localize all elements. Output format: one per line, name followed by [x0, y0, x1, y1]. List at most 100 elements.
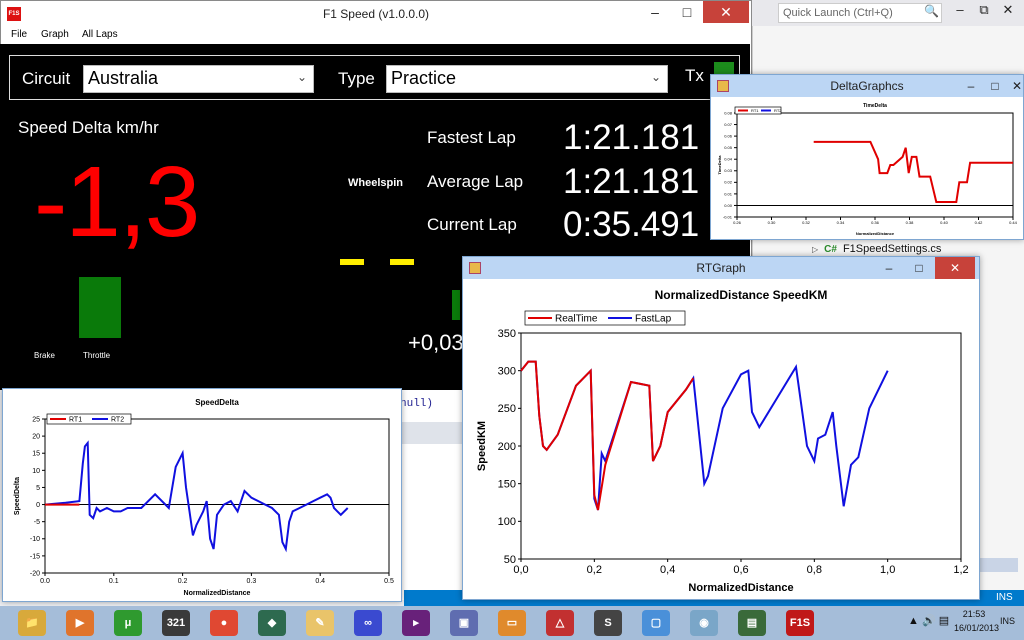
- y-tick-label: 0.08: [724, 110, 733, 115]
- menu-all-laps[interactable]: All Laps: [82, 29, 118, 40]
- x-tick-label: 0.3: [247, 578, 257, 585]
- clock-date[interactable]: 16/01/2013: [954, 623, 999, 633]
- visual-studio-icon[interactable]: ▸: [402, 610, 430, 636]
- speed-km-chart: 0,0 0,2 0,4 0,6 0,8 1,0 1,23503002502001501005…: [471, 281, 973, 595]
- minimize-icon[interactable]: –: [873, 257, 905, 279]
- y-axis-label: SpeedKM: [476, 421, 488, 471]
- virtualbox-icon[interactable]: ▣: [450, 610, 478, 636]
- infinity-icon[interactable]: ∞: [354, 610, 382, 636]
- clock-time[interactable]: 21:53: [954, 609, 994, 619]
- utorrent-icon[interactable]: μ: [114, 610, 142, 636]
- chart-title: NormalizedDistance SpeedKM: [655, 288, 828, 302]
- sector-dash: [390, 259, 414, 265]
- gimp-icon[interactable]: ◆: [258, 610, 286, 636]
- close-button[interactable]: ✕: [703, 1, 749, 23]
- x-tick-label: 1,0: [880, 564, 895, 576]
- search-icon[interactable]: 🔍: [924, 4, 939, 18]
- maximize-icon[interactable]: □: [903, 257, 935, 279]
- y-tick-label: 20: [32, 434, 40, 441]
- throttle-bar: [79, 277, 121, 338]
- circuit-label: Circuit: [22, 69, 71, 88]
- chart-icon: [717, 80, 729, 92]
- current-lap-value: 0:35.491: [563, 205, 700, 244]
- minimize-icon[interactable]: –: [950, 2, 970, 17]
- tree-item-label: F1SpeedSettings.cs: [842, 243, 942, 255]
- x-tick-label: 0.36: [871, 220, 880, 225]
- sector-dash: [340, 259, 364, 265]
- legend-label: RT1: [69, 416, 82, 423]
- y-tick-label: 100: [498, 516, 516, 528]
- legend-label: RealTime: [555, 314, 598, 325]
- y-tick-label: -10: [30, 536, 40, 543]
- close-icon[interactable]: ✕: [1001, 75, 1024, 97]
- x-tick-label: 0,2: [587, 564, 602, 576]
- chrome-icon[interactable]: ●: [210, 610, 238, 636]
- vmware-icon[interactable]: ▭: [498, 610, 526, 636]
- x-axis-label: NormalizedDistance: [184, 590, 251, 597]
- y-tick-label: -15: [30, 553, 40, 560]
- y-tick-label: 0.07: [724, 122, 733, 127]
- chevron-down-icon[interactable]: ⌄: [651, 70, 661, 84]
- x-tick-label: 0.38: [906, 220, 915, 225]
- x-tick-label: 0.42: [975, 220, 984, 225]
- reader-icon[interactable]: ▤: [738, 610, 766, 636]
- box-icon[interactable]: ▢: [642, 610, 670, 636]
- speed-delta-value: -1,3: [34, 146, 200, 258]
- paint-icon[interactable]: ✎: [306, 610, 334, 636]
- 3d-icon[interactable]: △: [546, 610, 574, 636]
- close-icon[interactable]: ✕: [998, 2, 1018, 18]
- speed-delta-chart: 0.0 0.1 0.2 0.3 0.4 0.5 25 20 15 10 5 0 -5 -10 -15 -20 S…: [7, 393, 399, 599]
- y-tick-label: 200: [498, 441, 516, 453]
- legend-label: RT2: [774, 108, 782, 113]
- explorer-icon[interactable]: 📁: [18, 610, 46, 636]
- delta-time-value: +0,03: [408, 330, 464, 355]
- y-tick-label: 0.02: [724, 180, 733, 185]
- restore-icon[interactable]: ⧉: [974, 2, 994, 18]
- y-tick-label: 250: [498, 403, 516, 415]
- wheelspin-label: Wheelspin: [348, 177, 404, 189]
- x-tick-label: 0.32: [802, 220, 811, 225]
- type-select[interactable]: Practice ⌄: [386, 65, 668, 93]
- y-tick-label: 25: [32, 416, 40, 423]
- media-player-icon[interactable]: ▶: [66, 610, 94, 636]
- x-tick-label: 1,2: [953, 564, 968, 576]
- close-button[interactable]: ✕: [935, 257, 975, 279]
- tx-label: Tx: [685, 66, 704, 85]
- type-value: Practice: [391, 68, 457, 88]
- maximize-icon[interactable]: □: [671, 1, 703, 23]
- chart-icon: [469, 262, 481, 274]
- y-tick-label: 0.03: [724, 168, 733, 173]
- calculator-icon[interactable]: 321: [162, 610, 190, 636]
- x-tick-label: 0,6: [733, 564, 748, 576]
- y-tick-label: 0.04: [724, 157, 733, 162]
- chevron-down-icon[interactable]: ⌄: [297, 70, 307, 84]
- y-tick-label: 0.05: [724, 145, 733, 150]
- sublime-icon[interactable]: S: [594, 610, 622, 636]
- f1speed-icon[interactable]: F1S: [786, 610, 814, 636]
- quick-launch-input[interactable]: Quick Launch (Ctrl+Q): [778, 3, 942, 23]
- minimize-icon[interactable]: –: [639, 1, 671, 23]
- tray-icons[interactable]: ▲ 🔊 ▤: [908, 614, 949, 627]
- brake-label: Brake: [34, 351, 55, 360]
- y-tick-label: -20: [30, 570, 40, 577]
- y-tick-label: 0.01: [724, 191, 733, 196]
- solution-tree-item[interactable]: ▷ C# F1SpeedSettings.cs: [812, 243, 941, 255]
- menu-file[interactable]: File: [11, 29, 27, 40]
- fastest-lap-value: 1:21.181: [563, 118, 700, 157]
- chart-background: [471, 281, 973, 595]
- delta-graph-window: DeltaGraphcs – □ ✕ 0.26 0.30 0.32 0.34 0.36 0…: [710, 74, 1024, 240]
- x-tick-label: 0,8: [807, 564, 822, 576]
- x-tick-label: 0.0: [40, 578, 50, 585]
- chart-title: SpeedDelta: [195, 398, 239, 407]
- current-lap-label: Current Lap: [427, 215, 517, 234]
- tray-lang[interactable]: INS: [1000, 616, 1015, 626]
- circuit-select[interactable]: Australia ⌄: [83, 65, 314, 93]
- y-tick-label: 350: [498, 328, 516, 340]
- expand-arrow-icon[interactable]: ▷: [812, 245, 818, 254]
- profile-icon[interactable]: ◉: [690, 610, 718, 636]
- legend: RT1 RT2: [46, 413, 132, 425]
- x-tick-label: 0.30: [768, 220, 777, 225]
- menu-graph[interactable]: Graph: [41, 29, 69, 40]
- x-tick-label: 0.4: [315, 578, 325, 585]
- y-tick-label: 15: [32, 451, 40, 458]
